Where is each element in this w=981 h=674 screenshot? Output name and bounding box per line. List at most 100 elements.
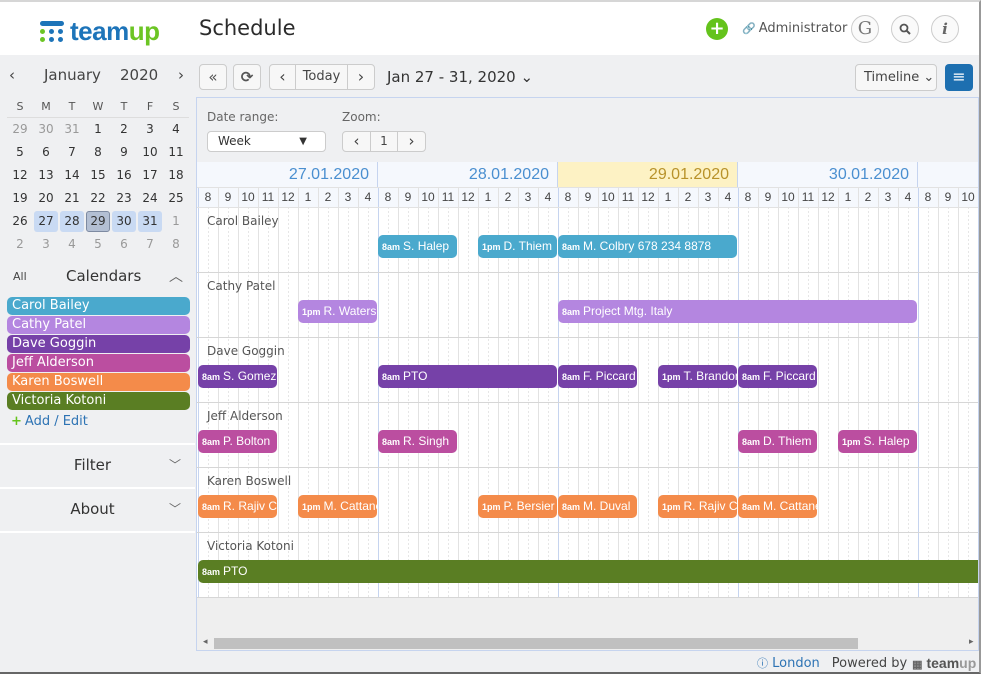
mini-calendar-day[interactable]: 6	[112, 234, 136, 255]
view-select[interactable]: Timeline ⌄	[855, 64, 937, 91]
mini-calendar-day[interactable]: 12	[8, 165, 32, 186]
user-link[interactable]: 🔗 Administrator	[742, 21, 847, 36]
calendar-item[interactable]: Jeff Alderson	[7, 354, 190, 372]
event-bar[interactable]: 8am Project Mtg. Italy	[558, 300, 917, 323]
event-bar[interactable]: 8am PTO	[378, 365, 557, 388]
event-bar[interactable]: 8am R. Singh	[378, 430, 457, 453]
date-range-select[interactable]: Week ▼	[207, 131, 326, 152]
mini-calendar-next[interactable]: ›	[178, 66, 184, 84]
mini-calendar-day[interactable]: 8	[86, 142, 110, 163]
chevron-up-icon[interactable]: ︿	[169, 266, 183, 286]
mini-calendar-day[interactable]: 10	[138, 142, 162, 163]
teamup-logo[interactable]: teamup	[40, 16, 160, 47]
day-header[interactable]: 31.01.2020	[918, 162, 978, 187]
mini-calendar-day[interactable]: 13	[34, 165, 58, 186]
mini-calendar-day[interactable]: 6	[34, 142, 58, 163]
event-bar[interactable]: 1pm T. Brandon	[658, 365, 737, 388]
mini-calendar-day[interactable]: 18	[164, 165, 188, 186]
mini-calendar-day[interactable]: 17	[138, 165, 162, 186]
event-bar[interactable]: 1pm D. Thiem	[478, 235, 557, 258]
mini-calendar-year[interactable]: 2020	[120, 66, 158, 84]
calendar-item[interactable]: Cathy Patel	[7, 316, 190, 334]
timezone-link[interactable]: ⓘ London	[757, 655, 820, 671]
event-bar[interactable]: 8am P. Bolton	[198, 430, 277, 453]
mini-calendar-month[interactable]: January	[44, 66, 101, 84]
collapse-sidebar-button[interactable]: «	[199, 64, 227, 90]
calendar-item[interactable]: Karen Boswell	[7, 373, 190, 391]
calendar-item[interactable]: Dave Goggin	[7, 335, 190, 353]
mini-calendar-day[interactable]: 2	[8, 234, 32, 255]
event-bar[interactable]: 1pm S. Halep	[838, 430, 917, 453]
mini-calendar-day[interactable]: 11	[164, 142, 188, 163]
mini-calendar-day[interactable]: 31	[60, 119, 84, 140]
mini-calendar-day[interactable]: 31	[138, 211, 162, 232]
mini-calendar-day[interactable]: 3	[138, 119, 162, 140]
calendar-item[interactable]: Carol Bailey	[7, 297, 190, 315]
select-all-calendars[interactable]: All	[13, 270, 27, 283]
mini-calendar-day[interactable]: 30	[112, 211, 136, 232]
mini-calendar-day[interactable]: 1	[164, 211, 188, 232]
mini-calendar-day[interactable]: 16	[112, 165, 136, 186]
today-button[interactable]: Today	[296, 65, 348, 89]
calendar-item[interactable]: Victoria Kotoni	[7, 392, 190, 410]
day-header[interactable]: 27.01.2020	[198, 162, 378, 187]
mini-calendar-day[interactable]: 26	[8, 211, 32, 232]
event-bar[interactable]: 8am F. Piccard	[558, 365, 637, 388]
mini-calendar-day[interactable]: 8	[164, 234, 188, 255]
zoom-out-button[interactable]: ‹	[343, 132, 371, 151]
mini-calendar-day[interactable]: 21	[60, 188, 84, 209]
event-bar[interactable]: 8am R. Rajiv C.	[198, 495, 277, 518]
menu-button[interactable]: ≡	[945, 64, 973, 91]
mini-calendar-day-today[interactable]: 29	[86, 211, 110, 232]
scroll-right-icon[interactable]: ▸	[969, 636, 974, 649]
mini-calendar-day[interactable]: 30	[34, 119, 58, 140]
mini-calendar-day[interactable]: 14	[60, 165, 84, 186]
event-bar[interactable]: 8amM. Cattaneo	[738, 495, 817, 518]
mini-calendar-day[interactable]: 1	[86, 119, 110, 140]
event-bar[interactable]: 1pm P. Bersier	[478, 495, 557, 518]
event-bar[interactable]: 8am PTO	[198, 560, 978, 583]
mini-calendar-day[interactable]: 20	[34, 188, 58, 209]
mini-calendar-day[interactable]: 4	[164, 119, 188, 140]
mini-calendar-prev[interactable]: ‹	[9, 66, 15, 84]
search-button[interactable]	[891, 15, 919, 43]
event-bar[interactable]: 8am D. Thiem	[738, 430, 817, 453]
event-bar[interactable]: 1pm R. Rajiv C.	[658, 495, 737, 518]
google-button[interactable]: G	[851, 15, 879, 43]
event-bar[interactable]: 1pm R. Waters	[298, 300, 377, 323]
timeline-grid[interactable]: 27.01.2020 28.01.2020 29.01.2020 30.01.2020…	[197, 162, 978, 637]
mini-calendar-day[interactable]: 3	[34, 234, 58, 255]
horizontal-scrollbar[interactable]: ◂ ▸	[197, 636, 978, 649]
mini-calendar-day[interactable]: 5	[8, 142, 32, 163]
add-edit-calendars-link[interactable]: + Add / Edit	[11, 414, 88, 429]
day-header[interactable]: 30.01.2020	[738, 162, 918, 187]
event-bar[interactable]: 8am M. Colbry 678 234 8878	[558, 235, 737, 258]
add-event-button[interactable]: +	[706, 18, 728, 40]
footer-brand[interactable]: ▦ teamup	[912, 655, 976, 671]
event-bar[interactable]: 8am S. Gomez	[198, 365, 277, 388]
scroll-left-icon[interactable]: ◂	[203, 636, 208, 649]
info-button[interactable]: i	[931, 15, 959, 43]
day-header[interactable]: 29.01.2020	[558, 162, 738, 187]
day-header[interactable]: 28.01.2020	[378, 162, 558, 187]
refresh-button[interactable]: ⟳	[233, 64, 261, 90]
event-bar[interactable]: 1pmM. Cattaneo	[298, 495, 377, 518]
mini-calendar-day[interactable]: 5	[86, 234, 110, 255]
mini-calendar-day[interactable]: 28	[60, 211, 84, 232]
mini-calendar-day[interactable]: 15	[86, 165, 110, 186]
event-bar[interactable]: 8am F. Piccard	[738, 365, 817, 388]
mini-calendar-day[interactable]: 23	[112, 188, 136, 209]
mini-calendar-day[interactable]: 4	[60, 234, 84, 255]
scrollbar-thumb[interactable]	[214, 638, 858, 649]
mini-calendar-day[interactable]: 2	[112, 119, 136, 140]
mini-calendar-day[interactable]: 29	[8, 119, 32, 140]
date-range-title[interactable]: Jan 27 - 31, 2020 ⌄	[387, 68, 533, 86]
mini-calendar-day[interactable]: 19	[8, 188, 32, 209]
mini-calendar-day[interactable]: 27	[34, 211, 58, 232]
mini-calendar-day[interactable]: 9	[112, 142, 136, 163]
prev-button[interactable]: ‹	[270, 65, 296, 89]
filter-section[interactable]: Filter ﹀	[0, 443, 195, 485]
mini-calendar-day[interactable]: 25	[164, 188, 188, 209]
mini-calendar-day[interactable]: 7	[60, 142, 84, 163]
next-button[interactable]: ›	[348, 65, 374, 89]
